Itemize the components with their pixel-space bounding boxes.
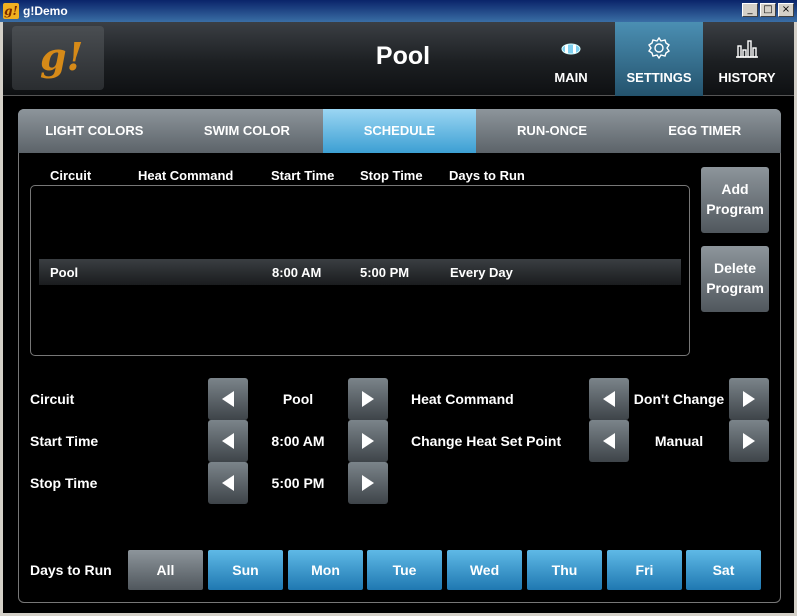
nav-history-button[interactable]: HISTORY — [703, 22, 791, 96]
heat-command-value: Don't Change — [633, 391, 725, 407]
column-header-start-time: Start Time — [271, 168, 335, 183]
row-start-time: 8:00 AM — [272, 265, 322, 280]
column-header-stop-time: Stop Time — [360, 168, 423, 183]
heat-command-label: Heat Command — [411, 391, 514, 407]
app-header: g! Pool MAIN SETTINGS HISTORY — [3, 22, 794, 96]
minimize-button[interactable]: _ — [742, 3, 758, 17]
heat-set-point-value: Manual — [654, 433, 704, 449]
logo-box: g! — [12, 26, 104, 90]
circuit-next-button[interactable] — [348, 378, 388, 420]
tab-schedule[interactable]: SCHEDULE — [323, 109, 476, 153]
arrow-right-icon — [743, 391, 755, 407]
window-title: g!Demo — [23, 4, 68, 18]
circuit-prev-button[interactable] — [208, 378, 248, 420]
logo: g! — [40, 34, 84, 79]
circuit-label: Circuit — [30, 391, 75, 407]
stop-time-label: Stop Time — [30, 475, 98, 491]
nav-history-label: HISTORY — [718, 70, 776, 85]
day-sun-button[interactable]: Sun — [208, 550, 283, 590]
column-header-circuit: Circuit — [50, 168, 92, 183]
tab-light-colors[interactable]: LIGHT COLORS — [18, 109, 171, 153]
start-time-value: 8:00 AM — [271, 433, 325, 449]
arrow-left-icon — [222, 433, 234, 449]
arrow-left-icon — [222, 391, 234, 407]
delete-program-button[interactable]: Delete Program — [701, 246, 769, 312]
days-to-run-label: Days to Run — [30, 562, 112, 578]
gear-icon — [648, 37, 670, 59]
arrow-right-icon — [362, 475, 374, 491]
pool-icon — [561, 43, 581, 55]
delete-program-line1: Delete — [713, 260, 757, 276]
arrow-right-icon — [743, 433, 755, 449]
day-tue-button[interactable]: Tue — [367, 550, 442, 590]
bar-chart-icon — [736, 40, 758, 58]
nav-settings-label: SETTINGS — [626, 70, 692, 85]
row-stop-time: 5:00 PM — [360, 265, 410, 280]
close-button[interactable]: × — [778, 3, 794, 17]
day-wed-button[interactable]: Wed — [447, 550, 522, 590]
start-time-label: Start Time — [30, 433, 99, 449]
heat-set-point-next-button[interactable] — [729, 420, 769, 462]
start-time-prev-button[interactable] — [208, 420, 248, 462]
schedule-row[interactable]: Pool 8:00 AM 5:00 PM Every Day — [39, 259, 681, 285]
add-program-line2: Program — [706, 201, 764, 217]
settings-panel — [18, 109, 781, 603]
circuit-value: Pool — [282, 391, 314, 407]
arrow-left-icon — [603, 433, 615, 449]
add-program-line1: Add — [721, 181, 749, 197]
maximize-button[interactable]: □ — [760, 3, 776, 17]
heat-set-point-prev-button[interactable] — [589, 420, 629, 462]
heat-command-next-button[interactable] — [729, 378, 769, 420]
column-header-days-to-run: Days to Run — [449, 168, 525, 183]
nav-settings-button[interactable]: SETTINGS — [615, 22, 703, 96]
window-title-bar: g! g!Demo _ □ × — [0, 0, 797, 22]
day-thu-button[interactable]: Thu — [527, 550, 602, 590]
day-fri-button[interactable]: Fri — [607, 550, 682, 590]
page-title: Pool — [375, 42, 431, 70]
arrow-right-icon — [362, 433, 374, 449]
tab-swim-color[interactable]: SWIM COLOR — [171, 109, 324, 153]
heat-set-point-label: Change Heat Set Point — [411, 433, 562, 449]
arrow-right-icon — [362, 391, 374, 407]
app-icon: g! — [3, 3, 19, 19]
day-sat-button[interactable]: Sat — [686, 550, 761, 590]
arrow-left-icon — [603, 391, 615, 407]
stop-time-next-button[interactable] — [348, 462, 388, 504]
heat-command-prev-button[interactable] — [589, 378, 629, 420]
tab-bar: LIGHT COLORS SWIM COLOR SCHEDULE RUN-ONC… — [18, 109, 781, 153]
stop-time-value: 5:00 PM — [271, 475, 325, 491]
start-time-next-button[interactable] — [348, 420, 388, 462]
delete-program-line2: Program — [706, 280, 764, 296]
day-all-button[interactable]: All — [128, 550, 203, 590]
tab-egg-timer[interactable]: EGG TIMER — [628, 109, 781, 153]
nav-main-button[interactable]: MAIN — [527, 22, 615, 96]
tab-run-once[interactable]: RUN-ONCE — [476, 109, 629, 153]
day-mon-button[interactable]: Mon — [288, 550, 363, 590]
column-header-heat-command: Heat Command — [138, 168, 234, 183]
stop-time-prev-button[interactable] — [208, 462, 248, 504]
row-days: Every Day — [450, 265, 513, 280]
nav-main-label: MAIN — [554, 70, 588, 85]
arrow-left-icon — [222, 475, 234, 491]
add-program-button[interactable]: Add Program — [701, 167, 769, 233]
row-circuit: Pool — [50, 265, 79, 280]
